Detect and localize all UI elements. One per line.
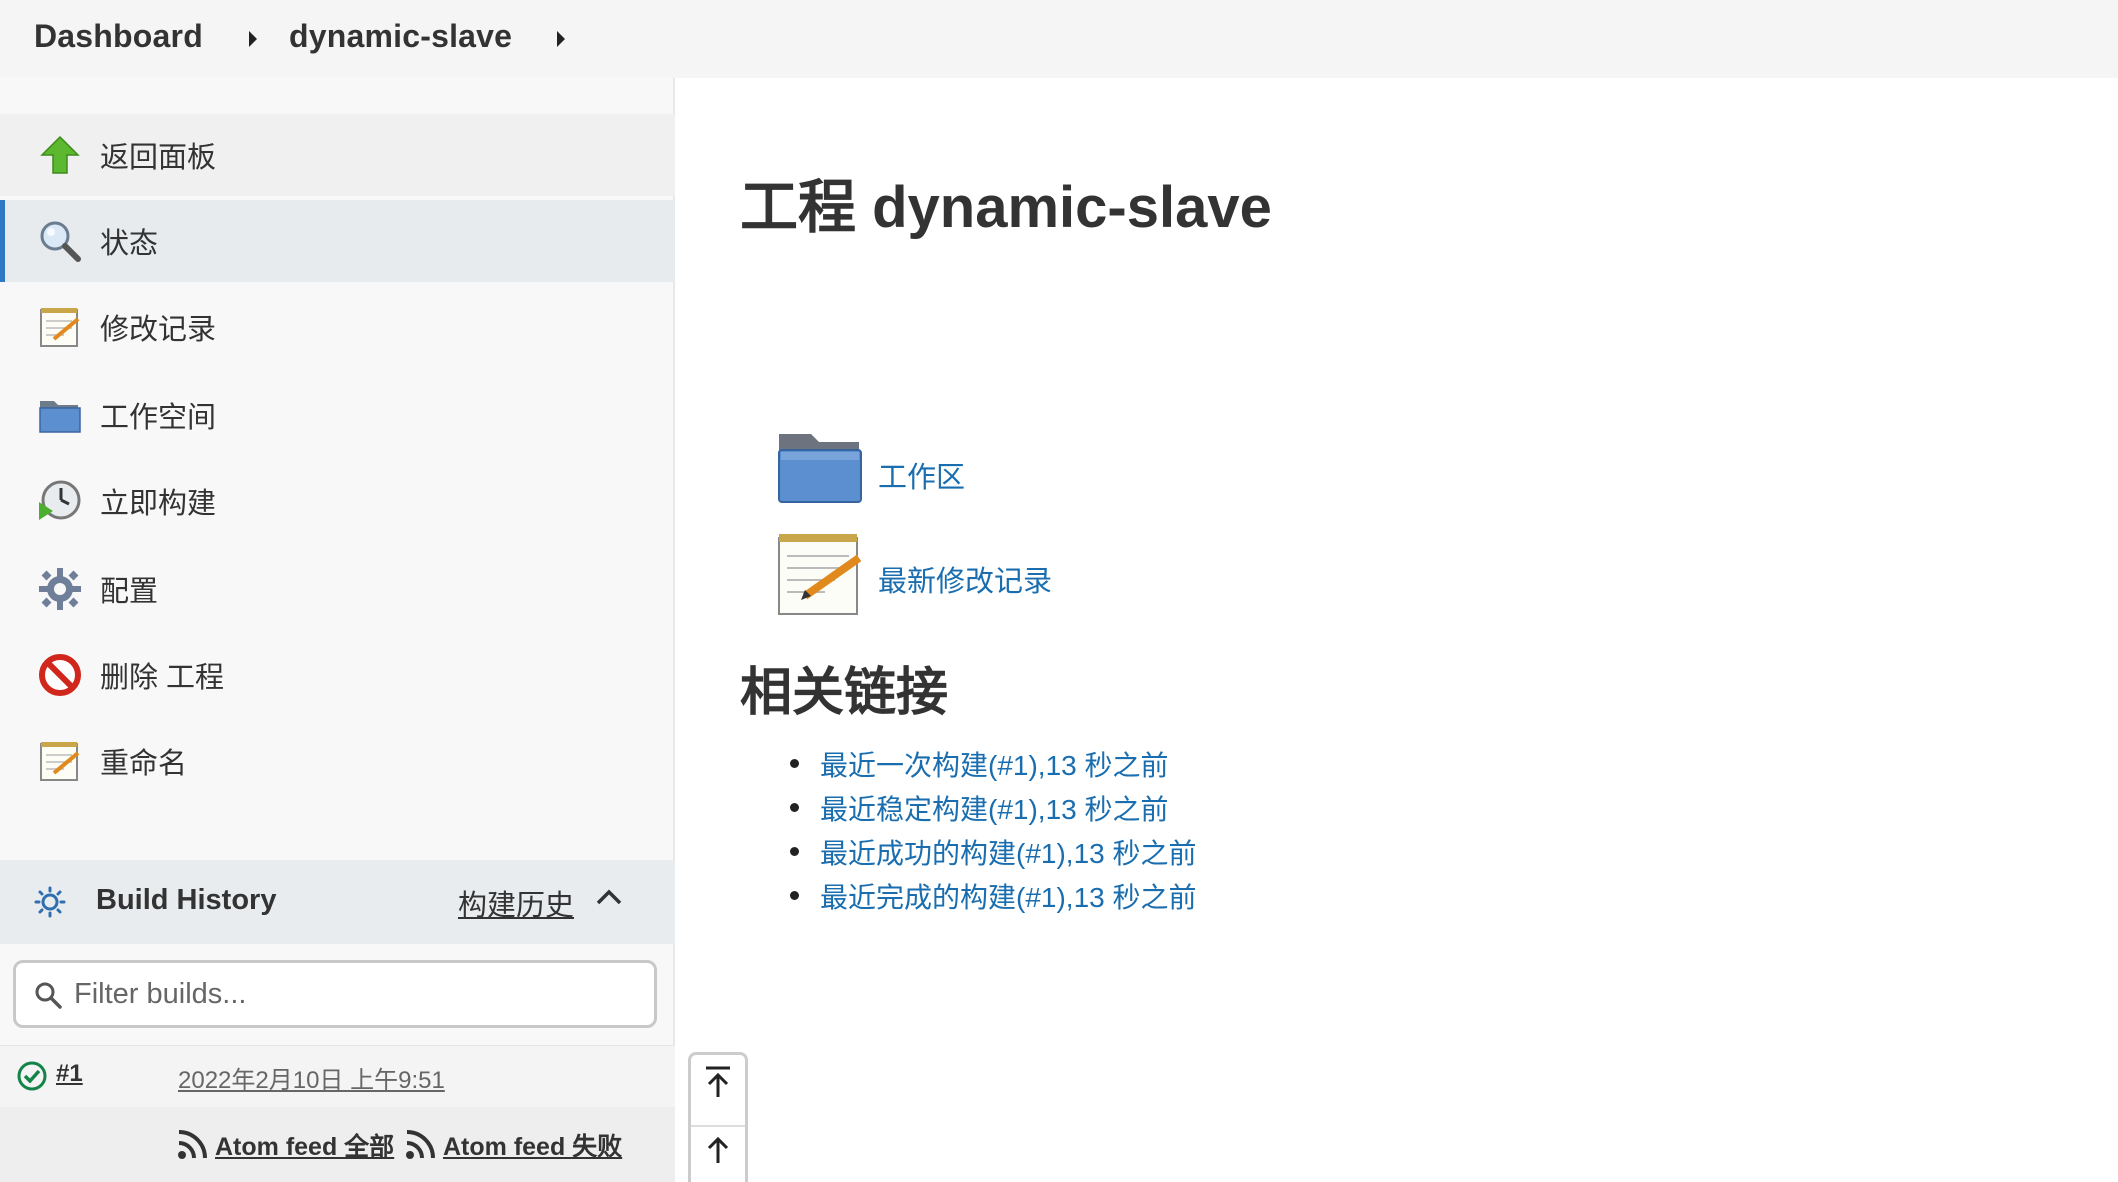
success-check-icon xyxy=(16,1060,48,1097)
sidebar-item-label: 重命名 xyxy=(100,748,188,780)
breadcrumb-separator-icon[interactable] xyxy=(249,31,257,47)
build-row[interactable]: #1 2022年2月10日 上午9:51 xyxy=(0,1045,675,1107)
sidebar-item-build-now[interactable]: 立即构建 xyxy=(0,460,675,542)
latest-changes-link[interactable]: 最新修改记录 xyxy=(878,558,1052,600)
related-link-last-stable-build[interactable]: 最近稳定构建(#1),13 秒之前 xyxy=(790,788,1197,832)
sidebar-item-label: 工作空间 xyxy=(100,402,217,434)
sidebar-item-status[interactable]: 状态 xyxy=(0,200,675,282)
gear-icon xyxy=(36,565,84,613)
breadcrumb-bar: Dashboard dynamic-slave xyxy=(0,0,2118,78)
filter-builds-field[interactable] xyxy=(13,960,657,1028)
scroll-up-icon[interactable] xyxy=(691,1125,745,1175)
sidebar-item-label: 删除 工程 xyxy=(100,662,225,694)
up-arrow-icon xyxy=(36,131,84,179)
related-link-last-successful-build[interactable]: 最近成功的构建(#1),13 秒之前 xyxy=(790,832,1197,876)
no-entry-icon xyxy=(36,651,84,699)
rss-icon[interactable] xyxy=(176,1127,210,1166)
feed-row: Atom feed 全部 Atom feed 失败 xyxy=(0,1107,675,1182)
chevron-up-icon[interactable] xyxy=(596,888,622,911)
related-link-last-completed-build[interactable]: 最近完成的构建(#1),13 秒之前 xyxy=(790,876,1197,920)
notepad-icon xyxy=(36,737,84,785)
atom-feed-failed-link[interactable]: Atom feed 失败 xyxy=(443,1127,622,1163)
rss-icon[interactable] xyxy=(404,1127,438,1166)
related-links-list: 最近一次构建(#1),13 秒之前 最近稳定构建(#1),13 秒之前 最近成功… xyxy=(790,744,1197,920)
folder-icon[interactable] xyxy=(775,428,865,513)
breadcrumb-project[interactable]: dynamic-slave xyxy=(289,18,512,55)
build-date-link[interactable]: 2022年2月10日 上午9:51 xyxy=(178,1060,445,1095)
notepad-icon xyxy=(36,303,84,351)
related-link-last-build[interactable]: 最近一次构建(#1),13 秒之前 xyxy=(790,744,1197,788)
sidebar-item-rename[interactable]: 重命名 xyxy=(0,720,675,802)
sidebar-item-label: 配置 xyxy=(100,576,159,608)
breadcrumb-dashboard[interactable]: Dashboard xyxy=(34,18,203,55)
build-clock-icon xyxy=(36,477,84,525)
notepad-icon[interactable] xyxy=(775,528,865,623)
sidebar-item-workspace[interactable]: 工作空间 xyxy=(0,374,675,456)
sidebar-item-back-to-dashboard[interactable]: 返回面板 xyxy=(0,114,675,196)
sidebar-item-label: 返回面板 xyxy=(100,142,217,174)
build-history-title: Build History xyxy=(96,884,277,916)
atom-feed-all-link[interactable]: Atom feed 全部 xyxy=(215,1127,394,1163)
sidebar-item-label: 修改记录 xyxy=(100,314,217,346)
scroll-controls xyxy=(688,1052,748,1182)
scroll-to-top-icon[interactable] xyxy=(691,1065,745,1115)
build-history-link[interactable]: 构建历史 xyxy=(458,882,574,924)
filter-builds-input[interactable] xyxy=(74,973,634,1015)
build-number-link[interactable]: #1 xyxy=(56,1060,83,1088)
sidebar-item-changes[interactable]: 修改记录 xyxy=(0,286,675,368)
folder-icon xyxy=(36,391,84,439)
sidebar-item-label: 立即构建 xyxy=(100,488,217,520)
related-links-title: 相关链接 xyxy=(740,664,949,722)
sidebar-item-configure[interactable]: 配置 xyxy=(0,548,675,630)
breadcrumb-separator-icon[interactable] xyxy=(557,31,565,47)
page-title: 工程 dynamic-slave xyxy=(740,175,1272,240)
sidebar-item-label: 状态 xyxy=(100,228,159,260)
search-icon xyxy=(34,981,62,1014)
magnifier-icon xyxy=(36,217,84,265)
workspace-link[interactable]: 工作区 xyxy=(878,454,965,496)
build-history-header: Build History 构建历史 xyxy=(0,860,675,944)
sidebar-item-delete-project[interactable]: 删除 工程 xyxy=(0,634,675,716)
build-status-icon xyxy=(34,886,66,923)
